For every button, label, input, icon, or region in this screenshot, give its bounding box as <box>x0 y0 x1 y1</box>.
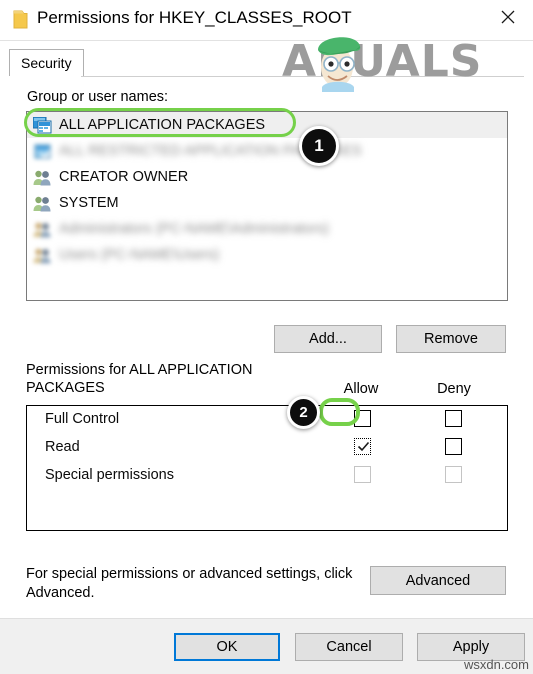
list-item[interactable]: ALL RESTRICTED APPLICATION PACKAGES <box>27 138 507 164</box>
cancel-button-label: Cancel <box>326 639 372 655</box>
add-button-label: Add... <box>309 331 347 347</box>
dialog-body: Security Group or user names: ALL APPLIC… <box>0 40 533 618</box>
advanced-button[interactable]: Advanced <box>370 566 506 595</box>
list-item[interactable]: ALL APPLICATION PACKAGES <box>27 112 507 138</box>
list-item-label: ALL RESTRICTED APPLICATION PACKAGES <box>59 143 362 159</box>
deny-checkbox-full-control[interactable] <box>445 410 462 427</box>
group-user-list[interactable]: ALL APPLICATION PACKAGES ALL RESTRICTED … <box>26 111 508 301</box>
permissions-dialog: Permissions for HKEY_CLASSES_ROOT Securi… <box>0 0 533 674</box>
remove-button[interactable]: Remove <box>396 325 506 353</box>
list-item[interactable]: Administrators (PC-NAME\Administrators) <box>27 216 507 242</box>
users-group-icon <box>33 195 52 212</box>
list-item-label: Administrators (PC-NAME\Administrators) <box>59 221 329 237</box>
folder-icon <box>13 10 28 29</box>
users-group-icon <box>33 221 52 238</box>
tab-strip: Security <box>9 49 524 77</box>
list-item[interactable]: SYSTEM <box>27 190 507 216</box>
list-item[interactable]: CREATOR OWNER <box>27 164 507 190</box>
column-header-allow: Allow <box>343 381 379 397</box>
checkmark-icon <box>357 441 370 452</box>
app-package-icon <box>33 143 52 160</box>
table-row[interactable]: Special permissions <box>27 462 507 490</box>
users-group-icon <box>33 247 52 264</box>
apply-button-label: Apply <box>452 639 490 655</box>
deny-checkbox-read[interactable] <box>445 438 462 455</box>
allow-checkbox-read[interactable] <box>354 438 371 455</box>
list-item-label: ALL APPLICATION PACKAGES <box>59 117 266 133</box>
table-row[interactable]: Full Control <box>27 406 507 434</box>
allow-checkbox-full-control[interactable] <box>354 410 371 427</box>
ok-button[interactable]: OK <box>174 633 280 661</box>
permission-name: Read <box>45 439 80 455</box>
cancel-button[interactable]: Cancel <box>295 633 403 661</box>
ok-button-label: OK <box>216 639 238 655</box>
apply-button[interactable]: Apply <box>417 633 525 661</box>
tab-security[interactable]: Security <box>9 49 84 76</box>
tab-security-label: Security <box>21 55 72 71</box>
users-group-icon <box>33 169 52 186</box>
app-package-icon <box>32 116 52 134</box>
allow-checkbox-special-permissions <box>354 466 371 483</box>
tab-active-mask <box>9 76 81 77</box>
add-button[interactable]: Add... <box>274 325 382 353</box>
list-item-label: CREATOR OWNER <box>59 169 189 185</box>
title-bar: Permissions for HKEY_CLASSES_ROOT <box>0 0 533 40</box>
command-bar: OK Cancel Apply <box>0 618 533 674</box>
advanced-button-label: Advanced <box>405 572 471 589</box>
deny-checkbox-special-permissions <box>445 466 462 483</box>
list-item-label: Users (PC-NAME\Users) <box>59 247 220 263</box>
window-title: Permissions for HKEY_CLASSES_ROOT <box>37 8 352 27</box>
tab-strip-divider <box>9 76 524 77</box>
close-icon[interactable] <box>487 0 533 34</box>
permission-name: Full Control <box>45 411 120 427</box>
list-item-label: SYSTEM <box>59 195 119 211</box>
group-users-label: Group or user names: <box>27 89 169 105</box>
permissions-header-label: Permissions for ALL APPLICATION PACKAGES <box>26 362 253 396</box>
table-row[interactable]: Read <box>27 434 507 462</box>
list-item[interactable]: Users (PC-NAME\Users) <box>27 242 507 268</box>
permission-name: Special permissions <box>45 467 174 483</box>
remove-button-label: Remove <box>424 331 478 347</box>
permissions-table: Full Control Read Special permissions <box>26 405 508 531</box>
advanced-hint-text: For special permissions or advanced sett… <box>26 566 353 601</box>
column-header-deny: Deny <box>437 381 471 397</box>
